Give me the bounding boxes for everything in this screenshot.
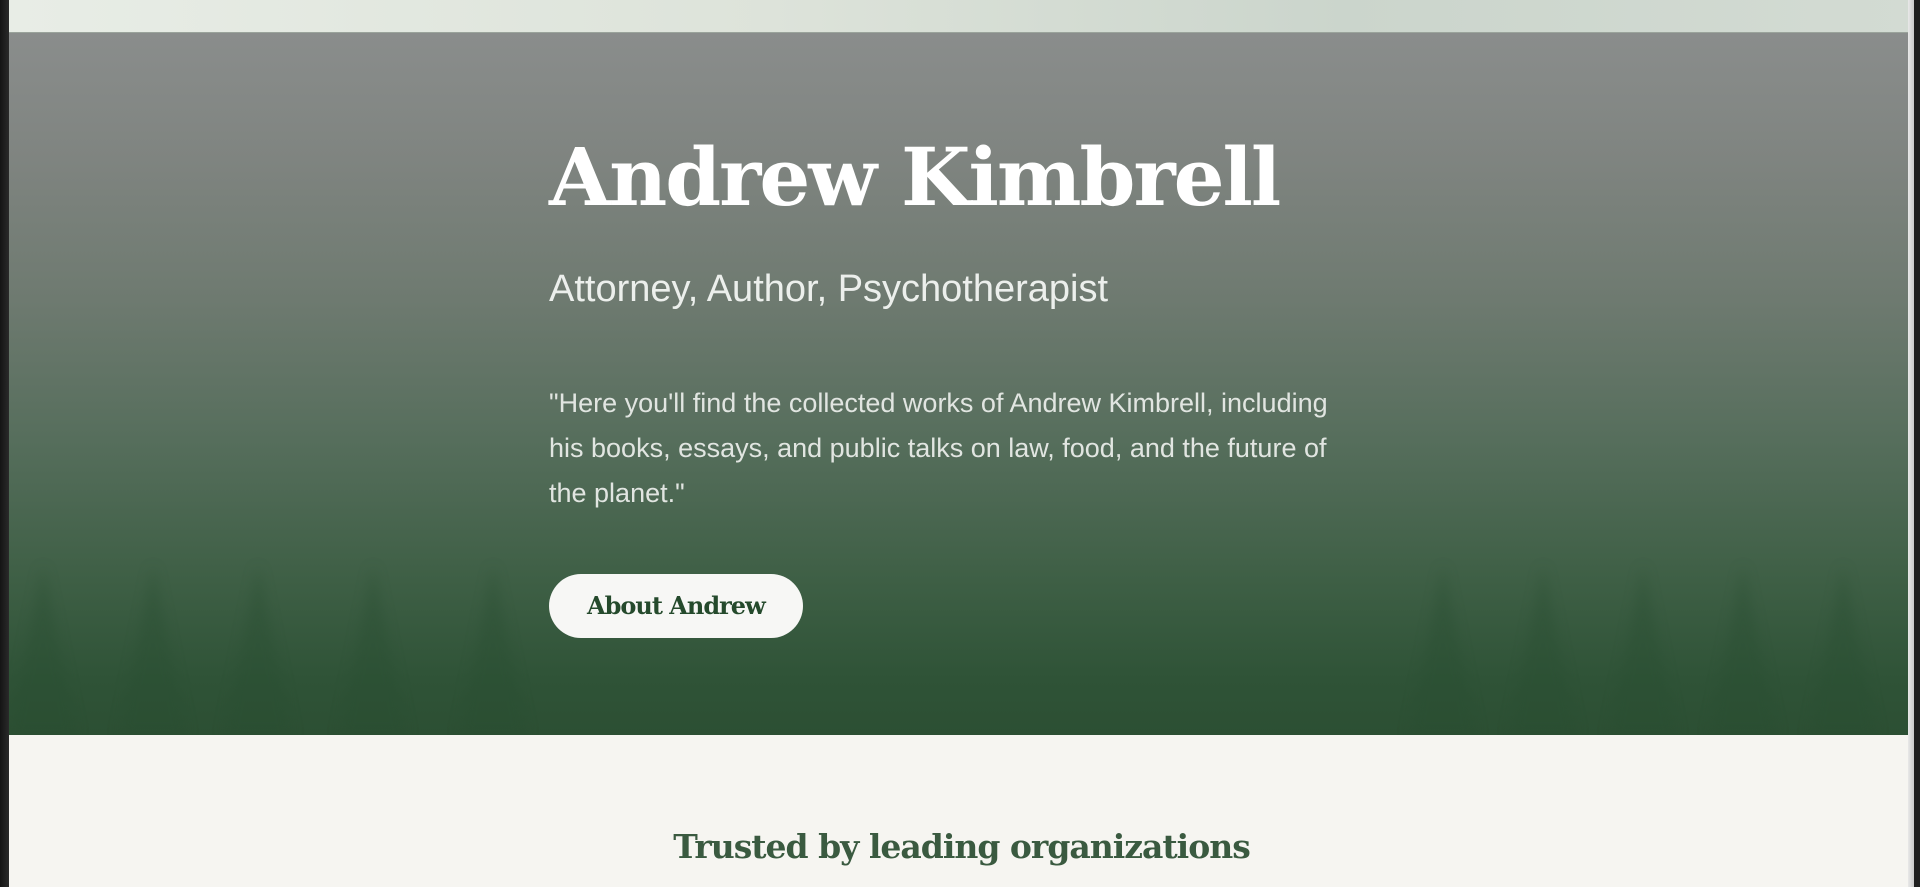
hero-section: Andrew Kimbrell Attorney, Author, Psycho… [9,33,1914,735]
hero-subtitle: Attorney, Author, Psychotherapist [549,268,1109,310]
forest-tree-silhouette [459,565,527,735]
forest-tree-silhouette [1509,565,1577,735]
hero-title: Andrew Kimbrell [549,130,1281,224]
forest-tree-silhouette [339,565,407,735]
forest-tree-silhouette [1709,565,1777,735]
page-viewport: Andrew Kimbrell Attorney, Author, Psycho… [9,0,1914,887]
site-header-bar [9,0,1914,33]
forest-tree-silhouette [1609,565,1677,735]
about-andrew-button[interactable]: About Andrew [549,573,803,638]
trusted-by-heading: Trusted by leading organizations [673,827,1251,867]
forest-tree-silhouette [9,565,77,735]
window-edge-right [1908,0,1914,887]
forest-tree-silhouette [1409,565,1477,735]
forest-tree-silhouette [119,565,187,735]
hero-quote: "Here you'll find the collected works of… [549,387,1328,508]
hero-content: Andrew Kimbrell Attorney, Author, Psycho… [549,133,1369,638]
window-edge-left [0,0,9,887]
forest-tree-silhouette [1809,565,1877,735]
forest-tree-silhouette [224,565,292,735]
